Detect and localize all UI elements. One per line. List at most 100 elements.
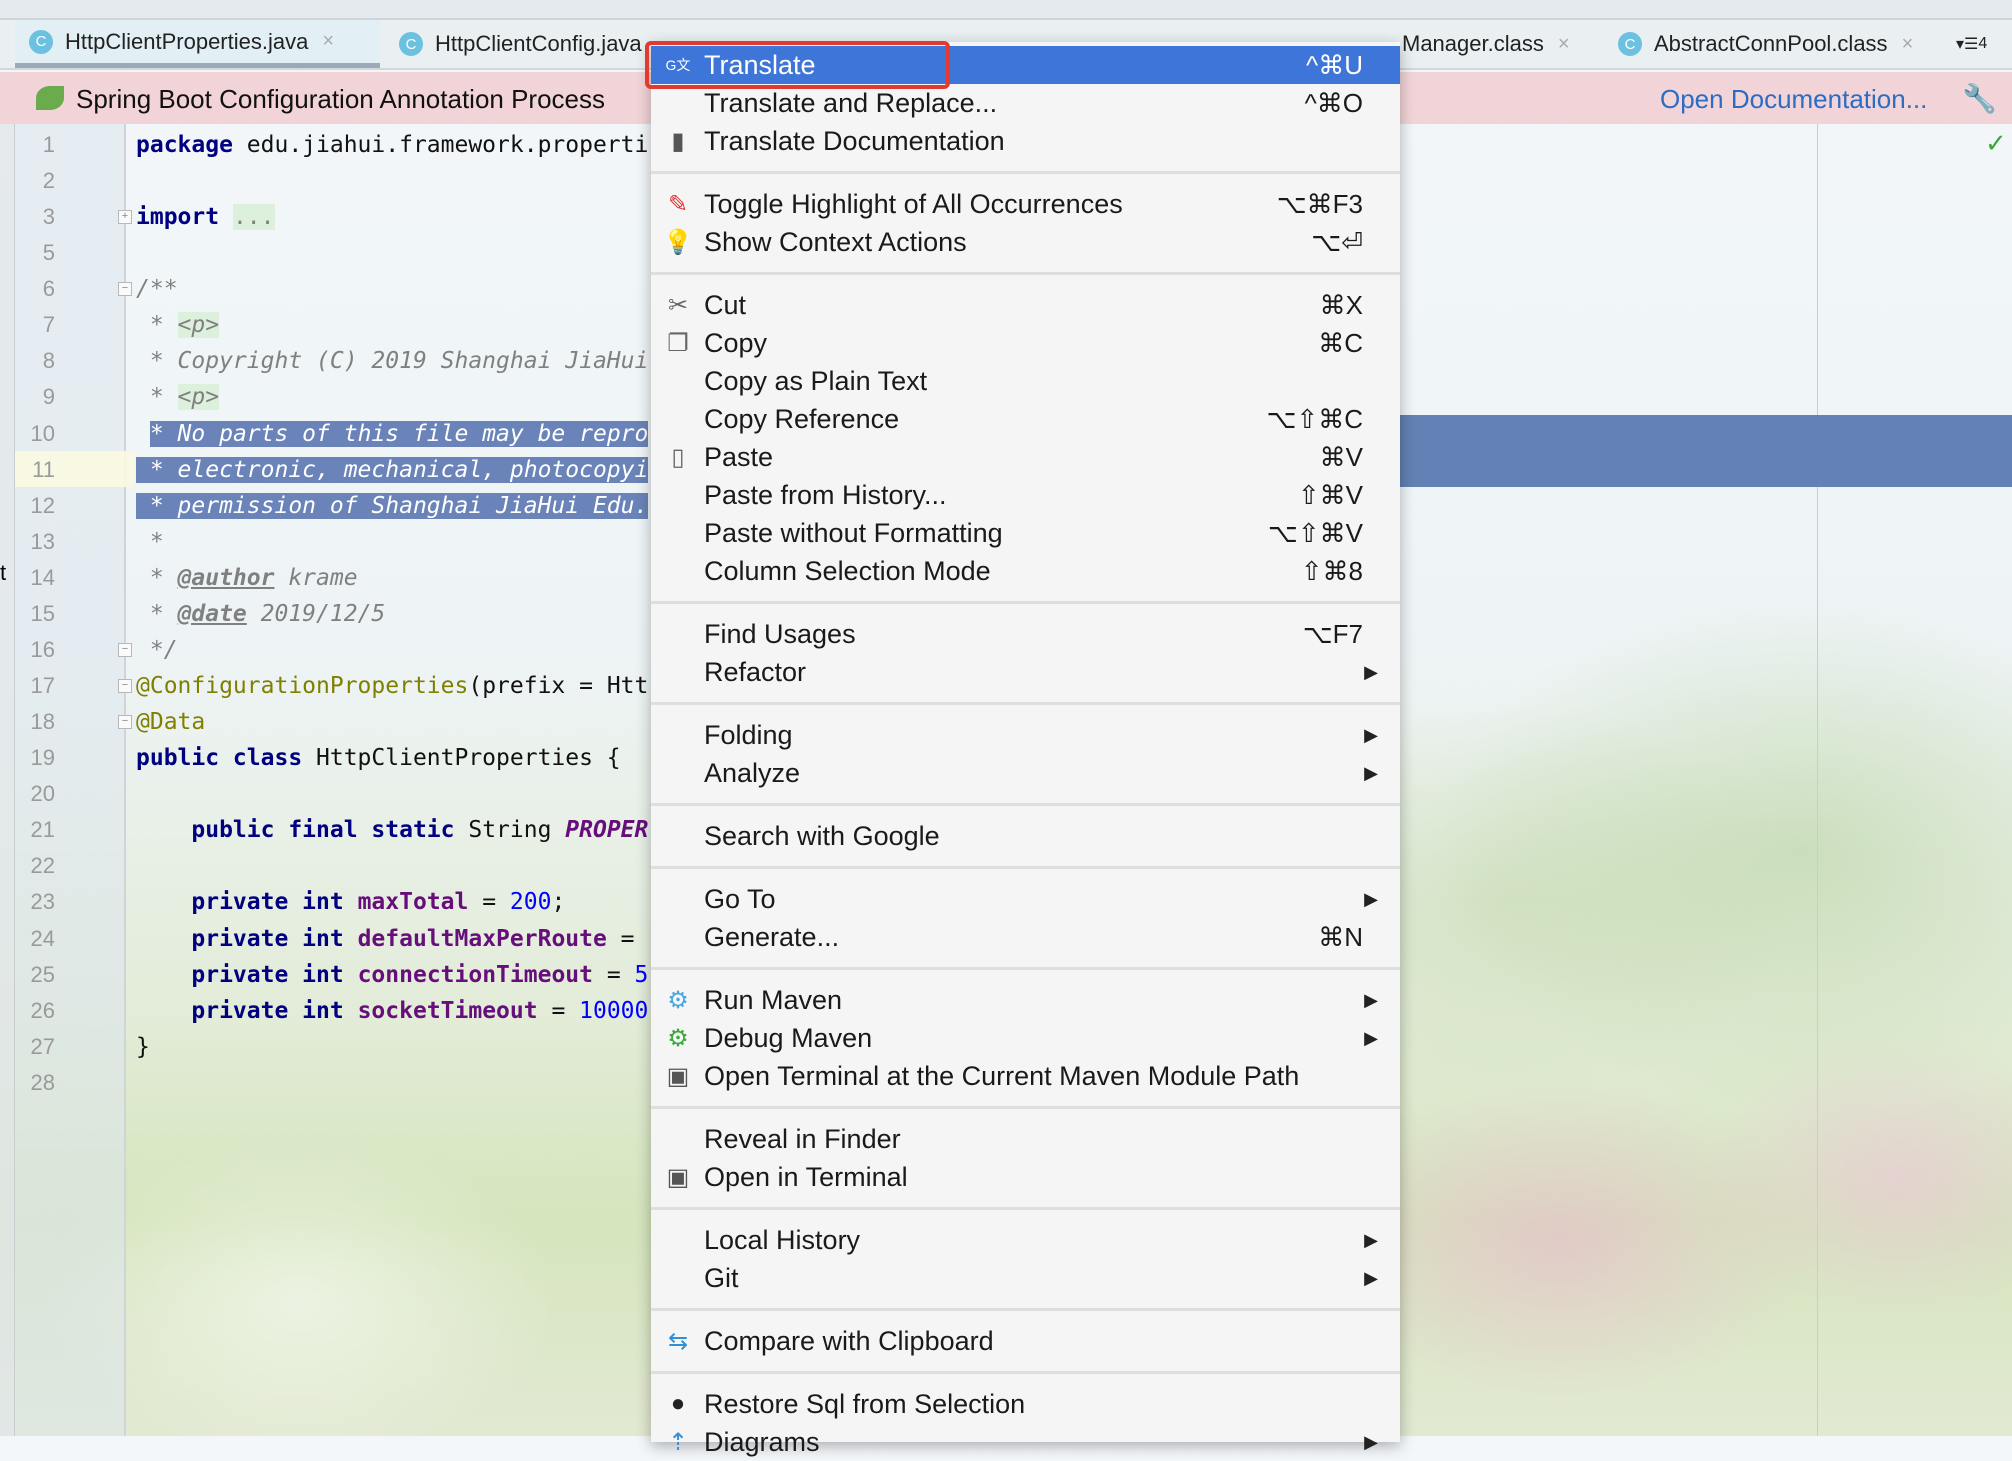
code-line: * No parts of this file may be repro [136, 416, 649, 452]
code-token: private int [191, 925, 344, 952]
code-token: private int [191, 997, 344, 1024]
selection-highlight [1400, 415, 2012, 487]
fold-toggle-icon[interactable]: − [118, 679, 132, 694]
tab-httpclientproperties[interactable]: C HttpClientProperties.java × [15, 20, 380, 68]
menu-item-open-in-terminal[interactable]: ▣ Open in Terminal [651, 1158, 1400, 1196]
menu-item-open-terminal-at-the-current-maven-module-path[interactable]: ▣ Open Terminal at the Current Maven Modu… [651, 1057, 1400, 1095]
menu-item-copy[interactable]: ❐ Copy ⌘C [651, 324, 1400, 362]
fold-toggle-icon[interactable]: − [118, 715, 132, 730]
fold-toggle-icon[interactable]: + [118, 210, 132, 225]
menu-item-translate-documentation[interactable]: ▮ Translate Documentation [651, 122, 1400, 160]
menu-item-reveal-in-finder[interactable]: Reveal in Finder [651, 1120, 1400, 1158]
tab-overflow-count: 4 [1978, 35, 1988, 52]
menu-item-git[interactable]: Git ▶ [651, 1259, 1400, 1297]
menu-item-paste-without-formatting[interactable]: Paste without Formatting ⌥⇧⌘V [651, 514, 1400, 552]
menu-item-label: Go To [704, 883, 776, 914]
close-icon[interactable]: × [1902, 33, 1914, 56]
menu-item-cut[interactable]: ✂ Cut ⌘X [651, 286, 1400, 324]
diagram-icon: ⇡ [667, 1428, 689, 1456]
tab-abstractconnpool[interactable]: C AbstractConnPool.class × [1604, 20, 1934, 68]
submenu-arrow-icon: ▶ [1364, 1431, 1378, 1452]
menu-item-toggle-highlight-of-all-occurrences[interactable]: ✎ Toggle Highlight of All Occurrences ⌥⌘F3 [651, 185, 1400, 223]
line-number: 28 [30, 1069, 55, 1095]
code-token: @date [177, 600, 247, 627]
menu-item-generate[interactable]: Generate... ⌘N [651, 918, 1400, 956]
code-token: socketTimeout [357, 997, 538, 1024]
line-number: 16 [30, 636, 55, 662]
line-number: 15 [30, 600, 55, 626]
line-number: 14 [30, 564, 55, 590]
wrench-icon[interactable]: 🔧 [1962, 82, 1997, 115]
code-token: ; [551, 889, 566, 916]
document-icon: ▮ [671, 127, 685, 155]
code-line: public final static String PROPER [136, 812, 648, 848]
inspection-ok-icon: ✓ [1985, 128, 2007, 158]
open-documentation-link[interactable]: Open Documentation... [1660, 84, 1927, 115]
code-line: package edu.jiahui.framework.properti [136, 127, 648, 163]
clipboard-icon: ▯ [671, 443, 685, 471]
menu-item-shortcut: ⌥⌘F3 [1276, 188, 1363, 219]
menu-item-search-with-google[interactable]: Search with Google [651, 817, 1400, 855]
code-token: * Copyright (C) 2019 Shanghai JiaHui [136, 348, 649, 375]
menu-item-label: Folding [704, 719, 793, 750]
code-line: public class HttpClientProperties { [136, 740, 621, 776]
menu-item-label: Open Terminal at the Current Maven Modul… [704, 1060, 1300, 1091]
code-token: * [136, 528, 164, 555]
line-number: 19 [30, 745, 55, 771]
code-line: @Data [136, 704, 205, 740]
submenu-arrow-icon: ▶ [1364, 1027, 1378, 1048]
menu-item-shortcut: ⌘X [1319, 289, 1363, 320]
code-token: @ConfigurationProperties [136, 673, 469, 700]
code-token: * permission of Shanghai JiaHui Edu. [136, 492, 649, 519]
menu-item-show-context-actions[interactable]: 💡 Show Context Actions ⌥⏎ [651, 223, 1400, 261]
menu-item-local-history[interactable]: Local History ▶ [651, 1221, 1400, 1259]
menu-item-folding[interactable]: Folding ▶ [651, 716, 1400, 754]
tab-connection-manager[interactable]: Manager.class × [1402, 20, 1602, 68]
code-line: /** [136, 271, 178, 307]
terminal-icon: ▣ [666, 1062, 690, 1090]
tab-httpclientconfig[interactable]: C HttpClientConfig.java [385, 20, 685, 68]
left-strip-text: t [0, 560, 7, 585]
line-number: 8 [42, 348, 55, 374]
close-icon[interactable]: × [322, 30, 334, 53]
menu-item-refactor[interactable]: Refactor ▶ [651, 653, 1400, 691]
menu-item-translate-and-replace[interactable]: Translate and Replace... ^⌘O [651, 84, 1400, 122]
line-number: 7 [42, 312, 55, 338]
menu-item-paste[interactable]: ▯ Paste ⌘V [651, 438, 1400, 476]
fold-toggle-icon[interactable]: − [118, 282, 132, 297]
menu-item-find-usages[interactable]: Find Usages ⌥F7 [651, 615, 1400, 653]
line-number: 2 [42, 168, 55, 194]
menu-item-copy-as-plain-text[interactable]: Copy as Plain Text [651, 362, 1400, 400]
menu-item-restore-sql-from-selection[interactable]: ● Restore Sql from Selection [651, 1385, 1400, 1423]
menu-item-label: Git [704, 1262, 739, 1293]
menu-item-copy-reference[interactable]: Copy Reference ⌥⇧⌘C [651, 400, 1400, 438]
menu-item-column-selection-mode[interactable]: Column Selection Mode ⇧⌘8 [651, 552, 1400, 590]
menu-item-paste-from-history[interactable]: Paste from History... ⇧⌘V [651, 476, 1400, 514]
close-icon[interactable]: × [1558, 33, 1570, 56]
code-token: edu.jiahui.framework.properti [232, 132, 649, 158]
menu-separator [651, 261, 1400, 286]
code-line: */ [136, 632, 178, 668]
submenu-arrow-icon: ▶ [1364, 888, 1378, 909]
tab-overflow-button[interactable]: ▾☰ 4 [1956, 20, 1987, 68]
menu-item-shortcut: ⇧⌘8 [1300, 555, 1363, 586]
code-token: } [136, 1033, 150, 1060]
code-token: 5 [634, 961, 649, 988]
menu-item-shortcut: ⌘V [1319, 441, 1363, 472]
toolbar [0, 0, 2012, 20]
menu-item-label: Debug Maven [704, 1022, 873, 1053]
fold-toggle-icon[interactable]: − [118, 642, 132, 657]
menu-item-compare-with-clipboard[interactable]: ⇆ Compare with Clipboard [651, 1322, 1400, 1360]
annotation-highlight-box [645, 41, 950, 89]
menu-item-analyze[interactable]: Analyze ▶ [651, 754, 1400, 792]
menu-item-run-maven[interactable]: ⚙ Run Maven ▶ [651, 981, 1400, 1019]
menu-item-label: Generate... [704, 921, 840, 952]
menu-item-go-to[interactable]: Go To ▶ [651, 880, 1400, 918]
code-token: = [468, 889, 510, 916]
menu-item-diagrams[interactable]: ⇡ Diagrams ▶ [651, 1423, 1400, 1461]
code-token: package [136, 132, 233, 158]
menu-item-debug-maven[interactable]: ⚙ Debug Maven ▶ [651, 1019, 1400, 1057]
